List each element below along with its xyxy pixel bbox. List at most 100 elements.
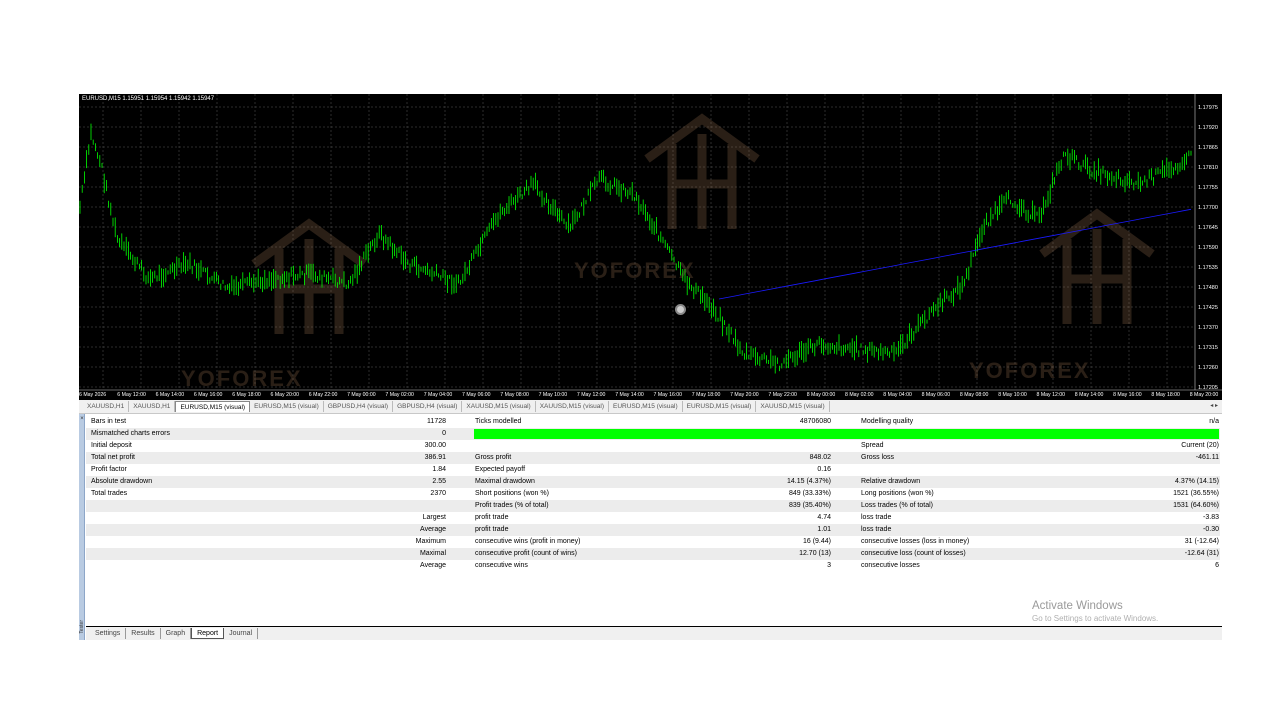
price-chart[interactable]: 1.17975 1.17920 1.17865 1.17810 1.17755 1.177…	[79, 94, 1222, 400]
chart-canvas[interactable]: 1.17975 1.17920 1.17865 1.17810 1.17755 1.177…	[79, 94, 1222, 400]
report-value: 1.01	[817, 526, 831, 533]
report-value: -0.30	[1203, 526, 1219, 533]
report-value: 1521 (36.55%)	[1173, 490, 1219, 497]
report-key: consecutive losses (loss in money)	[861, 538, 970, 545]
tab-journal[interactable]: Journal	[224, 628, 259, 639]
report-value: 11728	[427, 418, 446, 425]
time-label: 8 May 16:00	[1113, 392, 1142, 398]
time-label: 8 May 08:00	[960, 392, 989, 398]
report-value: 14.15 (4.37%)	[787, 478, 831, 485]
report-key: Gross loss	[861, 454, 895, 461]
report-row: Absolute drawdown 2.55 Maximal drawdown …	[86, 476, 1220, 488]
report-group-label: Average	[420, 526, 446, 533]
time-label: 6 May 14:00	[156, 392, 185, 398]
symbol-tab[interactable]: EURUSD,M15 (visual)	[250, 401, 324, 412]
time-label: 8 May 04:00	[883, 392, 912, 398]
activate-subtitle: Go to Settings to activate Windows.	[1032, 614, 1159, 623]
time-label: 6 May 22:00	[309, 392, 338, 398]
report-key: Absolute drawdown	[91, 478, 153, 485]
report-value: 848.02	[809, 454, 831, 461]
watermark-logo-icon	[1039, 208, 1155, 324]
time-label: 8 May 02:00	[845, 392, 874, 398]
time-label: 7 May 04:00	[424, 392, 453, 398]
report-value: 2.55	[432, 478, 446, 485]
report-key: consecutive wins (profit in money)	[475, 538, 581, 545]
report-key: loss trade	[861, 526, 892, 533]
report-value: 48706080	[799, 418, 831, 425]
price-label: 1.17480	[1198, 285, 1218, 291]
report-key: Long positions (won %)	[861, 490, 934, 497]
report-key: profit trade	[475, 526, 509, 533]
time-label: 7 May 12:00	[577, 392, 606, 398]
symbol-tab[interactable]: XAUUSD,H1	[83, 401, 130, 412]
report-key: Modelling quality	[861, 418, 914, 425]
price-label: 1.17810	[1198, 165, 1218, 171]
symbol-tab-active[interactable]: EURUSD,M15 (visual)	[175, 401, 251, 412]
watermark-text: YOFOREX	[181, 366, 303, 391]
report-row: Average consecutive wins 3 consecutive l…	[86, 560, 1220, 572]
report-group-label: Largest	[422, 514, 446, 521]
tab-settings[interactable]: Settings	[90, 628, 127, 639]
time-label: 8 May 10:00	[998, 392, 1027, 398]
report-key: Relative drawdown	[861, 478, 921, 485]
symbol-tab[interactable]: GBPUSD,H4 (visual)	[393, 401, 463, 412]
report-key: Maximal drawdown	[475, 478, 535, 485]
symbol-tab[interactable]: EURUSD,M15 (visual)	[609, 401, 683, 412]
report-value: 12.70 (13)	[799, 550, 831, 557]
tab-scroll-arrows-icon[interactable]: ◂ ▸	[1210, 402, 1218, 409]
tab-graph[interactable]: Graph	[161, 628, 192, 639]
symbol-tab[interactable]: XAUUSD,H1	[129, 401, 176, 412]
close-icon[interactable]: ×	[79, 416, 85, 422]
time-label: 6 May 18:00	[232, 392, 261, 398]
price-label: 1.17260	[1198, 365, 1218, 371]
report-row: Initial deposit 300.00 Spread Current (2…	[86, 440, 1220, 452]
time-label: 7 May 22:00	[768, 392, 797, 398]
report-group-label: Average	[420, 562, 446, 569]
chart-grid	[79, 94, 1195, 390]
report-group-label: Maximum	[415, 538, 446, 545]
time-label: 7 May 08:00	[500, 392, 529, 398]
symbol-tab[interactable]: XAUUSD,M15 (visual)	[462, 401, 536, 412]
symbol-tab[interactable]: GBPUSD,H4 (visual)	[324, 401, 394, 412]
time-label: 8 May 06:00	[922, 392, 951, 398]
report-value: 386.91	[424, 454, 446, 461]
report-row: Bars in test 11728 Ticks modelled 487060…	[86, 416, 1220, 428]
tester-tabs: Settings Results Graph Report Journal	[86, 626, 1222, 640]
report-key: Bars in test	[91, 418, 127, 425]
report-value: 849 (33.33%)	[788, 490, 831, 497]
time-label: 8 May 20:00	[1190, 392, 1219, 398]
symbol-tab[interactable]: XAUUSD,M15 (visual)	[536, 401, 609, 412]
report-value: 1531 (64.60%)	[1173, 502, 1219, 509]
report-value: 16 (9.44)	[802, 538, 831, 545]
report-row: Maximal consecutive profit (count of win…	[86, 548, 1220, 560]
backtest-report: Bars in test 11728 Ticks modelled 487060…	[86, 416, 1220, 620]
time-label: 7 May 02:00	[385, 392, 414, 398]
report-key: consecutive loss (count of losses)	[861, 550, 966, 557]
price-label: 1.17425	[1198, 305, 1218, 311]
symbol-tab[interactable]: XAUUSD,M15 (visual)	[756, 401, 830, 412]
report-value: -461.11	[1195, 454, 1219, 461]
report-row: Total net profit 386.91 Gross profit 848…	[86, 452, 1220, 464]
price-label: 1.17535	[1198, 265, 1218, 271]
time-label: 6 May 12:00	[117, 392, 146, 398]
price-label: 1.17205	[1198, 385, 1218, 391]
price-label: 1.17975	[1198, 105, 1218, 111]
time-label: 7 May 10:00	[539, 392, 568, 398]
chart-symbol-tabs: XAUUSD,H1 XAUUSD,H1 EURUSD,M15 (visual) …	[79, 400, 1222, 414]
report-value: 31 (-12.64)	[1184, 538, 1219, 545]
report-row: Profit trades (% of total) 839 (35.40%) …	[86, 500, 1220, 512]
report-row: Profit factor 1.84 Expected payoff 0.16	[86, 464, 1220, 476]
mouse-cursor-icon	[675, 304, 686, 315]
tab-results[interactable]: Results	[126, 628, 161, 639]
report-value: 300.00	[424, 442, 446, 449]
watermark-logos	[251, 113, 1155, 334]
report-key: Ticks modelled	[475, 418, 522, 425]
report-key: Profit factor	[91, 466, 127, 473]
report-key: consecutive losses	[861, 562, 920, 569]
report-key: loss trade	[861, 514, 892, 521]
symbol-tab[interactable]: EURUSD,M15 (visual)	[683, 401, 757, 412]
report-value: 0.16	[817, 466, 831, 473]
tab-report[interactable]: Report	[191, 628, 225, 639]
price-label: 1.17920	[1198, 125, 1218, 131]
time-label: 7 May 06:00	[462, 392, 491, 398]
